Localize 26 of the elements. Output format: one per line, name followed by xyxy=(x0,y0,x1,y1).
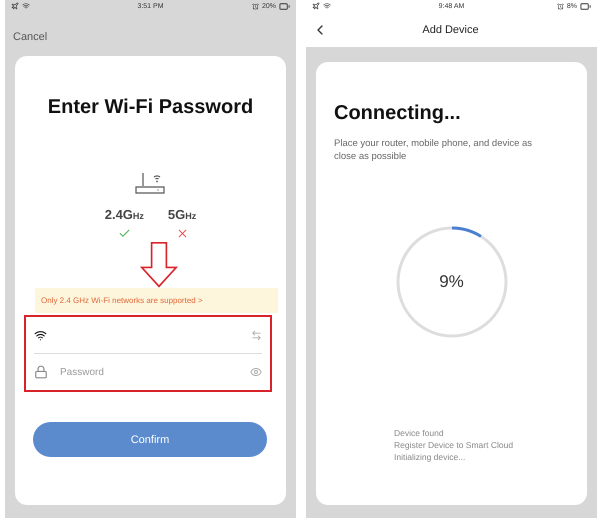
status-step: Initializing device... xyxy=(394,451,569,463)
status-step: Register Device to Smart Cloud xyxy=(394,439,569,451)
battery-icon xyxy=(278,0,290,12)
description-text: Place your router, mobile phone, and device as close as possible xyxy=(334,137,534,163)
band-label: 5GHz xyxy=(168,207,196,222)
wifi-icon xyxy=(34,328,47,342)
wifi-icon xyxy=(22,2,30,10)
swap-icon xyxy=(251,330,262,340)
alarm-icon xyxy=(556,2,564,10)
eye-icon xyxy=(250,366,262,378)
progress-percent: 9% xyxy=(439,272,464,292)
confirm-button[interactable]: Confirm xyxy=(33,422,267,457)
status-step: Device found xyxy=(394,427,569,439)
notice-banner[interactable]: Only 2.4 GHz Wi-Fi networks are supported > xyxy=(35,288,278,313)
page-title: Connecting... xyxy=(334,102,462,125)
alarm-icon xyxy=(252,2,259,10)
nav-title: Add Device xyxy=(421,24,480,36)
airplane-icon xyxy=(11,2,19,10)
cancel-link[interactable]: Cancel xyxy=(13,31,48,43)
lock-icon xyxy=(34,365,48,379)
page-title: Enter Wi-Fi Password xyxy=(46,96,254,119)
airplane-icon xyxy=(312,2,320,10)
band-label: 2.4GHz xyxy=(104,207,144,222)
wifi-icon xyxy=(323,2,331,10)
battery-icon xyxy=(580,0,591,12)
password-field[interactable]: Password xyxy=(58,366,240,378)
